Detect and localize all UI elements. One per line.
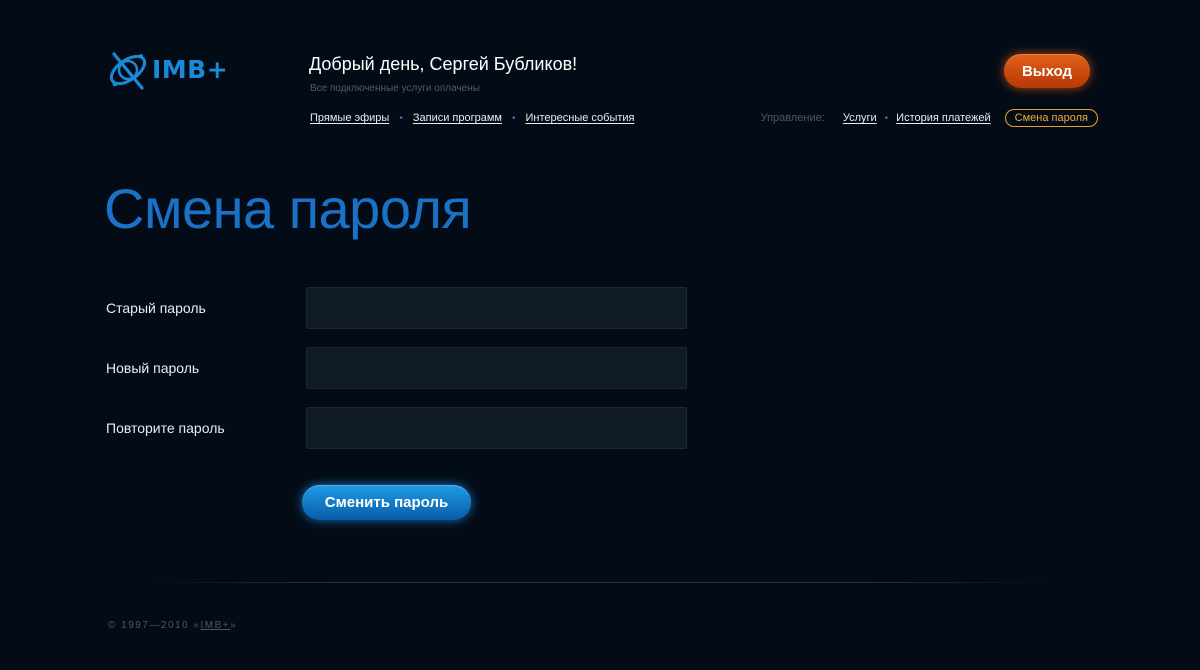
page: IMB+ Добрый день, Сергей Бубликов! Все п… bbox=[0, 0, 1200, 670]
old-password-row: Старый пароль bbox=[106, 287, 687, 329]
copyright: © 1997—2010 «IMB+» bbox=[108, 620, 237, 631]
orbit-satellite-icon bbox=[108, 46, 152, 96]
nav-change-password-active[interactable]: Смена пароля bbox=[1004, 109, 1098, 127]
nav-interesting-events[interactable]: Интересные события bbox=[526, 112, 635, 124]
old-password-field[interactable] bbox=[306, 287, 687, 329]
repeat-password-field[interactable] bbox=[306, 407, 687, 449]
greeting: Добрый день, Сергей Бубликов! bbox=[309, 54, 578, 74]
copyright-suffix: » bbox=[230, 620, 238, 631]
footer-divider bbox=[150, 582, 1050, 583]
logo[interactable]: IMB+ bbox=[108, 46, 228, 96]
logo-text: IMB+ bbox=[152, 55, 229, 84]
new-password-field[interactable] bbox=[306, 347, 687, 389]
nav-program-recordings[interactable]: Записи программ bbox=[413, 112, 502, 124]
nav-payment-history[interactable]: История платежей bbox=[896, 112, 991, 124]
copyright-prefix: © 1997—2010 « bbox=[108, 620, 201, 631]
footer-brand-link[interactable]: IMB+ bbox=[200, 620, 230, 631]
main-nav: Прямые эфиры • Записи программ • Интерес… bbox=[310, 112, 635, 124]
dot-bullet-icon: • bbox=[512, 112, 516, 124]
new-password-label: Новый пароль bbox=[106, 360, 200, 376]
nav-live-broadcasts[interactable]: Прямые эфиры bbox=[310, 112, 389, 124]
page-title: Смена пароля bbox=[104, 177, 472, 240]
dot-bullet-icon: • bbox=[399, 112, 403, 124]
logout-button[interactable]: Выход bbox=[1004, 54, 1090, 88]
old-password-label: Старый пароль bbox=[106, 300, 206, 316]
change-password-button[interactable]: Сменить пароль bbox=[302, 485, 471, 520]
repeat-password-row: Повторите пароль bbox=[106, 407, 687, 449]
repeat-password-label: Повторите пароль bbox=[106, 420, 225, 436]
new-password-row: Новый пароль bbox=[106, 347, 687, 389]
dot-bullet-icon: • bbox=[884, 112, 889, 124]
nav-services[interactable]: Услуги bbox=[843, 112, 877, 124]
manage-label: Управление: bbox=[760, 112, 825, 124]
subgreeting: Все подключенные услуги оплачены bbox=[310, 83, 480, 94]
manage-nav: Управление: Услуги • История платежей См… bbox=[761, 109, 1098, 127]
